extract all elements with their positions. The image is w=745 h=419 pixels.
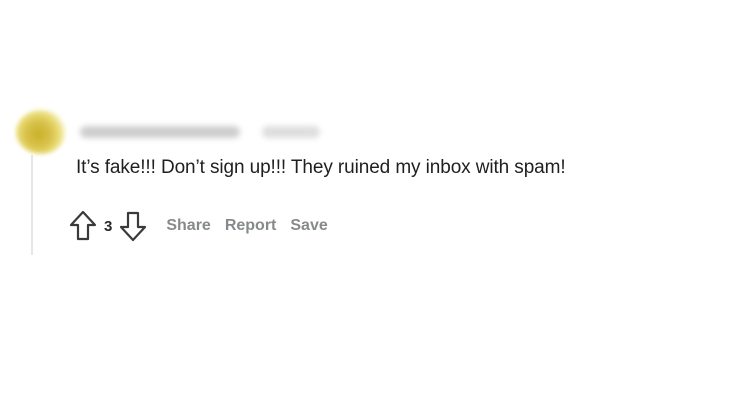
vote-count: 3: [104, 217, 113, 235]
username-redacted[interactable]: [80, 126, 240, 138]
avatar[interactable]: [16, 110, 66, 154]
downvote-arrow-icon[interactable]: [118, 209, 148, 243]
share-button[interactable]: Share: [166, 217, 210, 235]
report-button[interactable]: Report: [225, 217, 277, 235]
comment-action-bar: 3 Share Report Save: [68, 208, 328, 244]
comment-text: It’s fake!!! Don’t sign up!!! They ruine…: [76, 157, 566, 178]
thread-line[interactable]: [31, 155, 33, 255]
upvote-arrow-icon[interactable]: [68, 209, 98, 243]
comment-card: It’s fake!!! Don’t sign up!!! They ruine…: [0, 0, 745, 419]
save-button[interactable]: Save: [290, 217, 327, 235]
comment-meta-redacted: [262, 126, 320, 138]
